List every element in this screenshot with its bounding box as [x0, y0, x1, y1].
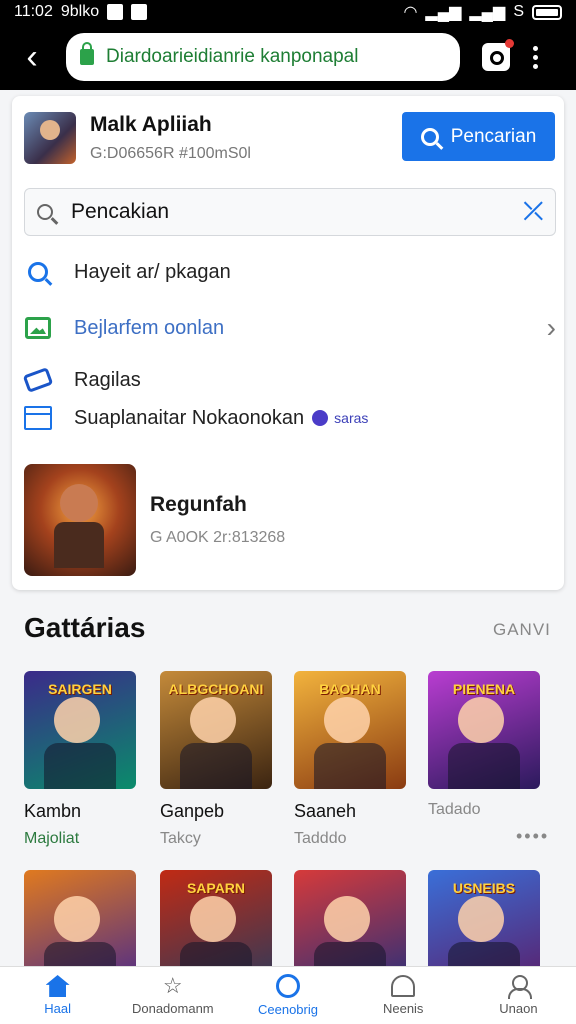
person-icon [506, 975, 533, 999]
game-tile-image: SAIRGEN [24, 671, 136, 789]
game-tile-art-title: SAPARN [186, 880, 246, 896]
nav-explore[interactable]: Ceenobrig [230, 967, 345, 1024]
url-field[interactable]: Diardoarieidianrie kanponapal [66, 33, 460, 81]
nav-label: Haal [44, 1001, 71, 1016]
game-tile-subtitle: Tadddo [294, 830, 347, 847]
menu-item-label: Hayeit ar/ pkagan [74, 260, 231, 283]
featured-game-name: Regunfah [150, 493, 247, 516]
featured-game[interactable]: Regunfah G A0OK 2r:813268 [24, 464, 554, 576]
game-tile-subtitle: Majoliat [24, 830, 80, 847]
featured-game-thumbnail [24, 464, 136, 576]
battery-icon [532, 4, 562, 20]
wifi-icon: ◠ [403, 4, 418, 21]
game-tile-art-title: BAOHAN [319, 681, 381, 697]
nav-profile[interactable]: Unaon [461, 967, 576, 1024]
search-button[interactable]: Pencarian [402, 112, 555, 161]
status-label: S [513, 3, 524, 20]
window-icon [24, 404, 52, 432]
nav-home[interactable]: Haal [0, 967, 115, 1024]
nav-favorites[interactable]: ☆ Donadomanm [115, 967, 230, 1024]
game-tile[interactable]: BAOHAN Saaneh Tadddo [294, 671, 406, 848]
game-tile-name: Ganpeb [160, 801, 225, 821]
game-tile[interactable]: SAIRGEN Kambn Majoliat [24, 671, 136, 848]
home-icon [45, 975, 70, 997]
game-tile[interactable]: ALBGCHOANI Ganpeb Takcy [160, 671, 272, 848]
section-more-link[interactable]: GANVI [493, 620, 551, 640]
image-icon [24, 314, 52, 342]
badge-icon [312, 410, 329, 426]
nav-notifications[interactable]: Neenis [346, 967, 461, 1024]
app-info: Malk Apliiah G:D06656R #100mS0l [90, 113, 251, 163]
more-dots[interactable]: •••• [516, 826, 549, 847]
kebab-menu-button[interactable] [530, 45, 540, 69]
badge-label: saras [334, 410, 369, 426]
bottom-navigation: Haal ☆ Donadomanm Ceenobrig Neenis Unaon [0, 966, 576, 1024]
nav-label: Donadomanm [131, 1001, 214, 1016]
menu-item-search[interactable]: Hayeit ar/ pkagan [24, 252, 556, 292]
clear-icon[interactable]: ⤫ [524, 198, 543, 226]
menu-item-label: Bejlarfem oonlan [74, 316, 225, 339]
game-tile-art-title: ALBGCHOANI [168, 681, 264, 697]
search-input[interactable] [71, 200, 491, 224]
search-field[interactable]: ⤫ [24, 188, 556, 236]
game-tile-name: Saaneh [294, 801, 357, 821]
bell-icon [391, 975, 416, 997]
search-card: Malk Apliiah G:D06656R #100mS0l Pencaria… [12, 96, 564, 590]
app-meta: G:D06656R #100mS0l [90, 145, 251, 162]
compass-icon [276, 974, 300, 998]
featured-game-meta: G A0OK 2r:813268 [150, 529, 286, 546]
status-left: 11:02 9blko [14, 3, 148, 21]
game-tile-name: Kambn [24, 801, 82, 821]
app-thumbnail [24, 112, 76, 164]
signal-icon: ▂▄▆ [425, 4, 462, 21]
status-bar: 11:02 9blko ◠ ▂▄▆ ▂▄▆ S [0, 0, 576, 24]
search-icon [24, 258, 52, 286]
game-tile[interactable]: PIENENA Tadado [428, 671, 540, 819]
badge: saras [312, 410, 368, 426]
tag-icon [22, 366, 54, 394]
section-title: Gattárias [24, 612, 146, 643]
featured-game-info: Regunfah G A0OK 2r:813268 [150, 493, 285, 547]
game-tile-art-title: PIENENA [452, 681, 516, 697]
search-icon [37, 204, 53, 220]
nav-label: Unaon [499, 1001, 538, 1016]
star-icon: ☆ [162, 973, 183, 998]
search-icon [420, 127, 439, 146]
nav-label: Ceenobrig [258, 1002, 318, 1017]
search-button-label: Pencarian [450, 125, 537, 147]
status-carrier: 9blko [60, 3, 100, 20]
menu-item-image[interactable]: Bejlarfem oonlan › [24, 308, 556, 348]
status-right: ◠ ▂▄▆ ▂▄▆ S [403, 2, 562, 22]
game-tile-art-title: USNEIBS [452, 880, 516, 896]
game-tile-subtitle: Takcy [160, 830, 201, 847]
signal-icon-2: ▂▄▆ [469, 4, 506, 21]
menu-item-window[interactable]: Suaplanaitar Nokaonokan saras [24, 398, 556, 438]
app-notification-icon [131, 4, 148, 20]
browser-toolbar: ‹ Diardoarieidianrie kanponapal [0, 24, 576, 90]
game-tile-subtitle: Tadado [428, 801, 481, 818]
menu-item-tag[interactable]: Ragilas [22, 360, 556, 400]
game-tile-image: BAOHAN [294, 671, 406, 789]
notification-icon [107, 4, 124, 20]
menu-item-label: Suaplanaitar Nokaonokan [74, 406, 305, 429]
chevron-right-icon: › [546, 312, 556, 343]
game-tile-image: PIENENA [428, 671, 540, 789]
url-text: Diardoarieidianrie kanponapal [106, 46, 359, 67]
nav-label: Neenis [382, 1001, 424, 1016]
status-time: 11:02 [14, 3, 53, 20]
app-name: Malk Apliiah [90, 113, 212, 136]
lock-icon [80, 42, 94, 65]
game-tile-art-title: SAIRGEN [48, 681, 112, 697]
menu-item-label: Ragilas [74, 368, 141, 391]
game-tile-image: ALBGCHOANI [160, 671, 272, 789]
back-button[interactable]: ‹ [12, 37, 52, 77]
camera-icon[interactable] [482, 39, 514, 71]
